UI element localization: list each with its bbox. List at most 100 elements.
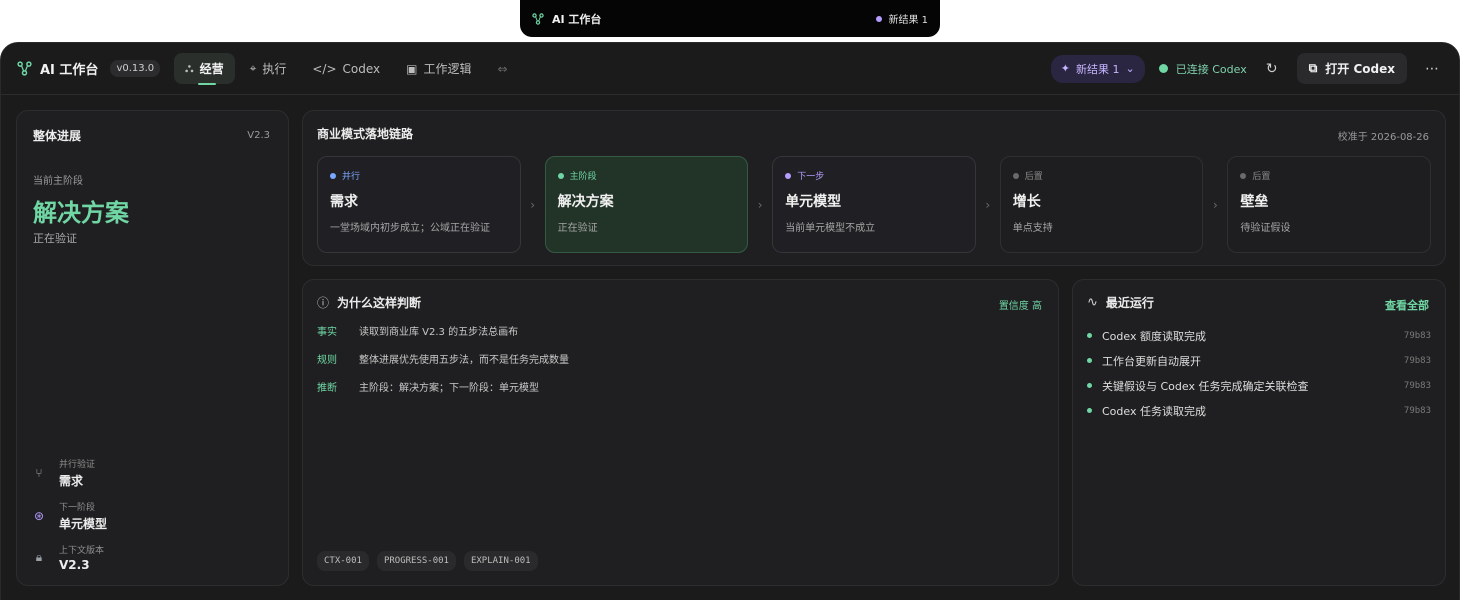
- expand-nav[interactable]: ⇔: [487, 55, 519, 83]
- reason-value: 主阶段：解决方案；下一阶段：单元模型: [359, 383, 539, 394]
- step-kind-label: 下一步: [797, 172, 825, 182]
- app-window: AI 工作台 v0.13.0 ⛬ 经营 ⌖ 执行 </> Codex ▣ 工作逻…: [0, 42, 1460, 600]
- activity-icon: ∿: [1087, 295, 1098, 310]
- question-icon: ⓘ: [317, 296, 330, 310]
- status-dot: [330, 172, 336, 179]
- overview-title: 整体进展: [33, 129, 82, 143]
- arrow-circle-icon: ⊛: [33, 509, 45, 523]
- meta-next: ⊛ 下一阶段 单元模型: [33, 500, 107, 532]
- chevron-down-icon: ⌄: [1125, 62, 1135, 75]
- chevron-right-icon: ›: [530, 197, 536, 212]
- reason-key: 事实: [317, 327, 337, 338]
- main-nav: ⛬ 经营 ⌖ 执行 </> Codex ▣ 工作逻辑 ⇔: [174, 53, 519, 85]
- chain-steps: 并行 需求 一堂场域内初步成立；公域正在验证 › 主阶段 解决方案 正在验证 › 下一步单元模型…: [317, 156, 1432, 253]
- status-dot: [1012, 172, 1019, 179]
- sparkle-icon: ✦: [1060, 62, 1071, 75]
- mini-status-label: 新结果 1: [888, 15, 928, 26]
- step-name: 单元模型: [785, 194, 842, 210]
- run-item[interactable]: 工作台更新自动展开 79b83: [1087, 348, 1431, 373]
- meta-key: 上下文版本: [59, 546, 105, 556]
- step-kind-label: 主阶段: [569, 172, 597, 182]
- run-item[interactable]: 关键假设与 Codex 任务完成确定关联检查 79b83: [1087, 373, 1431, 398]
- step-kind: 主阶段: [557, 169, 736, 182]
- runs-header: ∿ 最近运行: [1087, 294, 1431, 311]
- tab-label: 执行: [262, 62, 287, 76]
- meta-context: 🔒︎ 上下文版本 V2.3: [33, 543, 104, 572]
- top-right: ✦ 新结果 1 ⌄ 已连接 Codex ↻ ⧉ 打开 Codex ⋯: [1050, 53, 1443, 84]
- overview-panel: 整体进展 V2.3 当前主阶段 解决方案 正在验证 ⑂ 并行验证 需求 ⊛ 下一…: [16, 110, 289, 586]
- nodes-icon: [17, 61, 32, 76]
- status-dot: [1087, 333, 1092, 338]
- mini-bar: AI 工作台 新结果 1: [520, 0, 940, 37]
- confidence-badge: 置信度 高: [998, 301, 1042, 312]
- runs-panel: ∿ 最近运行 查看全部 Codex 额度读取完成 79b83 工作台更新自动展开 79…: [1072, 279, 1446, 586]
- current-status: 正在验证: [33, 232, 77, 245]
- reason-row: 规则 整体进展优先使用五步法，而不是任务完成数量: [317, 351, 1044, 366]
- mini-title: AI 工作台: [552, 12, 602, 26]
- code-icon: </>: [312, 61, 337, 76]
- status-dot: [1087, 408, 1092, 413]
- step-name: 需求: [330, 194, 358, 210]
- mini-status[interactable]: 新结果 1: [876, 11, 928, 26]
- lock-icon: 🔒︎: [35, 550, 43, 564]
- run-label: 关键假设与 Codex 任务完成确定关联检查: [1102, 379, 1309, 393]
- chain-step[interactable]: 后置 壁垒 待验证假设: [1227, 156, 1432, 253]
- run-hash: 79b83: [1403, 355, 1431, 366]
- why-rows: 事实 读取到商业库 V2.3 的五步法总画布规则 整体进展优先使用五步法，而不是任务…: [317, 323, 1044, 394]
- reason-value: 读取到商业库 V2.3 的五步法总画布: [359, 327, 519, 338]
- reference-tag[interactable]: PROGRESS-001: [376, 551, 456, 571]
- meta-value: 单元模型: [59, 517, 108, 531]
- meta-value: V2.3: [59, 558, 90, 572]
- tab-business[interactable]: ⛬ 经营: [174, 53, 235, 85]
- run-list: Codex 额度读取完成 79b83 工作台更新自动展开 79b83 关键假设与 Cod…: [1087, 323, 1431, 423]
- run-item[interactable]: Codex 任务读取完成 79b83: [1087, 398, 1431, 423]
- connection-label: 已连接 Codex: [1175, 62, 1247, 76]
- refresh-icon: ↻: [1265, 60, 1278, 77]
- status-dot: [1087, 383, 1092, 388]
- why-title: 为什么这样判断: [337, 296, 422, 310]
- reference-tag[interactable]: CTX-001: [317, 551, 369, 571]
- reference-tag[interactable]: EXPLAIN-001: [463, 551, 538, 571]
- tab-label: 经营: [199, 62, 224, 76]
- chain-step[interactable]: 下一步单元模型当前单元模型不成立: [772, 156, 976, 253]
- meta-key: 下一阶段: [59, 503, 96, 513]
- why-panel: ⓘ 为什么这样判断 置信度 高 事实 读取到商业库 V2.3 的五步法总画布规则 整…: [302, 279, 1059, 586]
- reason-value: 整体进展优先使用五步法，而不是任务完成数量: [359, 355, 569, 366]
- chevron-right-icon: ›: [1212, 197, 1218, 212]
- status-dot: [1087, 358, 1092, 363]
- chain-step[interactable]: 后置 增长 单点支持: [999, 156, 1204, 253]
- tab-label: Codex: [342, 61, 381, 76]
- top-bar: AI 工作台 v0.13.0 ⛬ 经营 ⌖ 执行 </> Codex ▣ 工作逻…: [1, 43, 1459, 95]
- reason-row: 推断 主阶段：解决方案；下一阶段：单元模型: [317, 379, 1044, 394]
- open-codex-button[interactable]: ⧉ 打开 Codex: [1296, 53, 1407, 84]
- more-button[interactable]: ⋯: [1421, 58, 1443, 80]
- step-kind: 下一步: [785, 169, 963, 182]
- status-dot: [1240, 172, 1247, 179]
- tab-execute[interactable]: ⌖ 执行: [239, 53, 298, 84]
- run-item[interactable]: Codex 额度读取完成 79b83: [1087, 323, 1431, 348]
- chain-step[interactable]: 主阶段 解决方案 正在验证: [544, 156, 749, 253]
- tab-codex[interactable]: </> Codex: [301, 55, 391, 83]
- chain-step[interactable]: 并行 需求 一堂场域内初步成立；公域正在验证: [317, 156, 521, 253]
- calibration-date: 校准于 2026-08-26: [1337, 132, 1429, 143]
- target-icon: ⌖: [249, 61, 257, 75]
- reason-row: 事实 读取到商业库 V2.3 的五步法总画布: [317, 323, 1044, 338]
- external-link-icon: ⧉: [1308, 61, 1318, 75]
- run-label: Codex 额度读取完成: [1102, 329, 1206, 343]
- fork-icon: ⑂: [35, 466, 43, 480]
- nodes-icon: ⛬: [185, 61, 194, 75]
- tab-label: 工作逻辑: [423, 62, 472, 76]
- step-kind: 后置: [1240, 169, 1418, 182]
- brand: AI 工作台 v0.13.0: [17, 59, 161, 78]
- tab-work-logic[interactable]: ▣ 工作逻辑: [395, 53, 482, 84]
- new-results-button[interactable]: ✦ 新结果 1 ⌄: [1050, 54, 1145, 83]
- refresh-button[interactable]: ↻: [1261, 58, 1283, 80]
- run-hash: 79b83: [1403, 405, 1431, 416]
- meta-key: 并行验证: [59, 460, 96, 470]
- chain-title: 商业模式落地链路: [317, 127, 414, 141]
- connection-status: 已连接 Codex: [1158, 61, 1247, 77]
- step-desc: 正在验证: [557, 223, 598, 234]
- why-header: ⓘ 为什么这样判断: [317, 294, 1044, 311]
- view-all-link[interactable]: 查看全部: [1385, 297, 1429, 313]
- step-desc: 当前单元模型不成立: [785, 223, 876, 234]
